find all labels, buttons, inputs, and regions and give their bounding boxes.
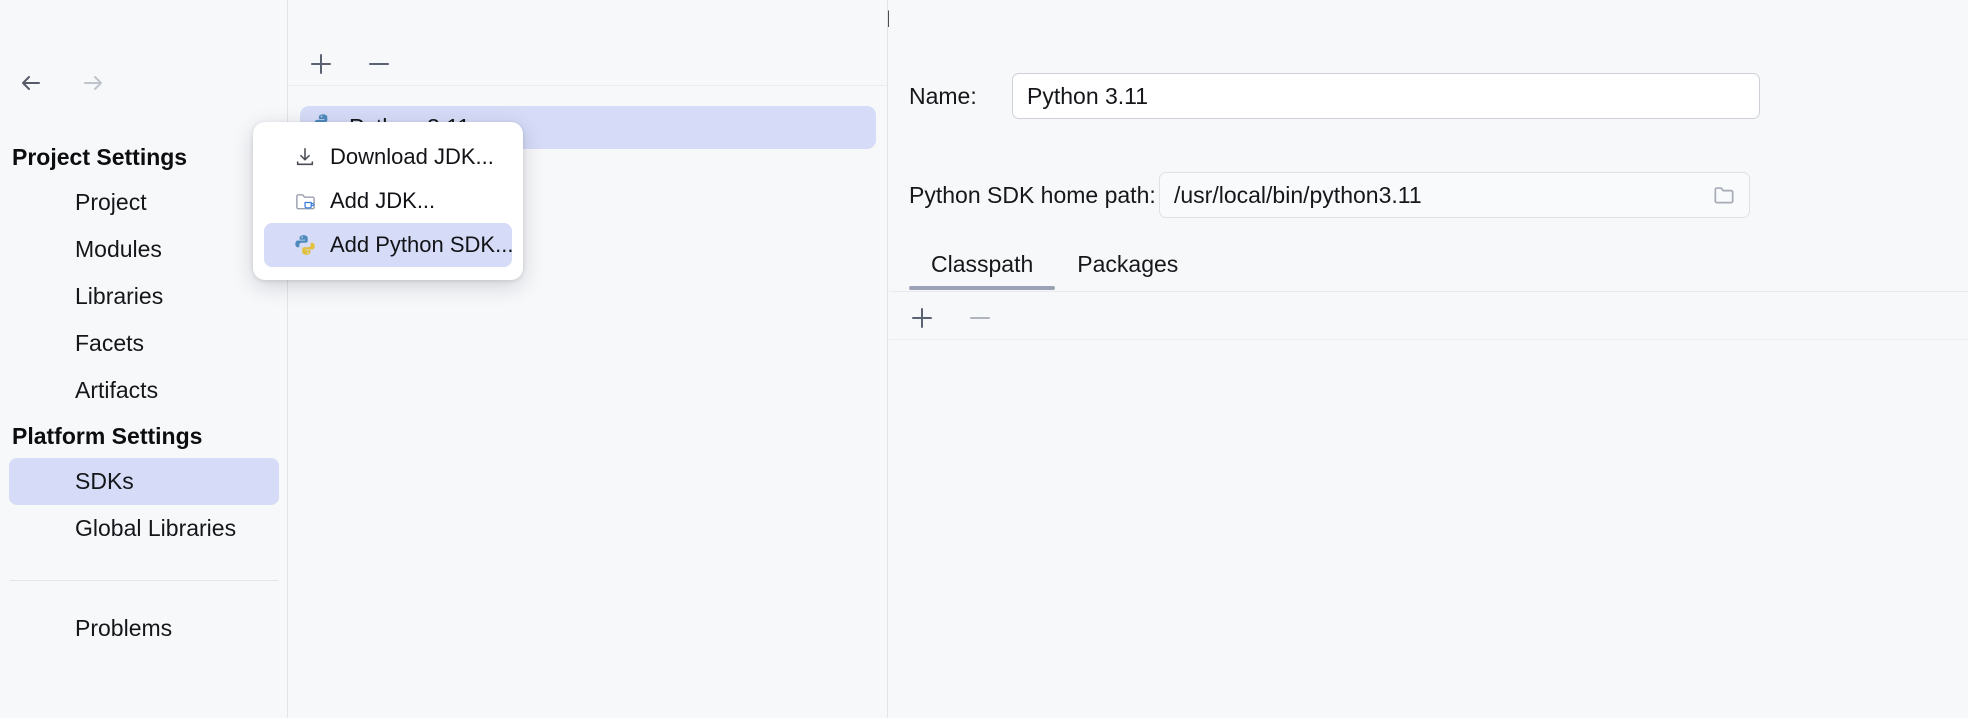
sidebar-group-platform-settings: Platform Settings [0, 414, 288, 458]
name-input[interactable]: Python 3.11 [1012, 73, 1760, 119]
sidebar-item-modules[interactable]: Modules [9, 226, 279, 273]
menu-item-label: Add JDK... [330, 188, 435, 214]
folder-icon[interactable] [1711, 182, 1737, 208]
tab-packages[interactable]: Packages [1055, 246, 1200, 290]
name-field-row: Name: Python 3.11 [909, 73, 1949, 119]
sdk-home-path-row: Python SDK home path: /usr/local/bin/pyt… [909, 172, 1949, 218]
sidebar-item-problems[interactable]: Problems [9, 605, 279, 652]
project-structure-window: Project Structure Project Settings Proje… [0, 0, 1968, 718]
sidebar: Project Settings Project Modules Librari… [0, 0, 288, 718]
sidebar-divider [10, 580, 278, 581]
navigation-arrows [14, 66, 110, 100]
sdk-home-path-label: Python SDK home path: [909, 182, 1159, 209]
sidebar-group-project-settings: Project Settings [0, 135, 288, 179]
arrow-left-icon[interactable] [14, 66, 48, 100]
detail-tabs: Classpath Packages [909, 246, 1949, 292]
arrow-right-icon[interactable] [76, 66, 110, 100]
sidebar-item-sdks[interactable]: SDKs [9, 458, 279, 505]
download-icon [293, 145, 317, 169]
add-sdk-popup-menu: Download JDK... Add JDK... Add Python SD… [253, 122, 523, 280]
tabs-underline [889, 291, 1968, 292]
menu-item-add-jdk[interactable]: Add JDK... [264, 179, 512, 223]
sidebar-item-project[interactable]: Project [9, 179, 279, 226]
remove-sdk-button[interactable] [361, 46, 397, 82]
add-classpath-entry-button[interactable] [904, 300, 940, 336]
tab-classpath[interactable]: Classpath [909, 246, 1055, 290]
add-sdk-button[interactable] [303, 46, 339, 82]
sidebar-item-libraries[interactable]: Libraries [9, 273, 279, 320]
remove-classpath-entry-button[interactable] [962, 300, 998, 336]
menu-item-label: Download JDK... [330, 144, 494, 170]
classpath-toolbar [889, 296, 1968, 340]
sidebar-nav-list: Project Settings Project Modules Librari… [0, 135, 288, 652]
sidebar-item-facets[interactable]: Facets [9, 320, 279, 367]
sidebar-item-artifacts[interactable]: Artifacts [9, 367, 279, 414]
sdk-home-path-value: /usr/local/bin/python3.11 [1174, 182, 1422, 209]
sdk-list-column: Python 3.11 [288, 0, 888, 718]
menu-item-label: Add Python SDK... [330, 232, 513, 258]
menu-item-add-python-sdk[interactable]: Add Python SDK... [264, 223, 512, 267]
name-label: Name: [909, 83, 1012, 110]
sdk-list-toolbar [288, 42, 888, 86]
folder-jdk-icon [293, 189, 317, 213]
python-icon [293, 233, 317, 257]
menu-item-download-jdk[interactable]: Download JDK... [264, 135, 512, 179]
sidebar-item-global-libraries[interactable]: Global Libraries [9, 505, 279, 552]
sdk-detail-pane: Name: Python 3.11 Python SDK home path: … [889, 0, 1968, 718]
sdk-home-path-input[interactable]: /usr/local/bin/python3.11 [1159, 172, 1750, 218]
